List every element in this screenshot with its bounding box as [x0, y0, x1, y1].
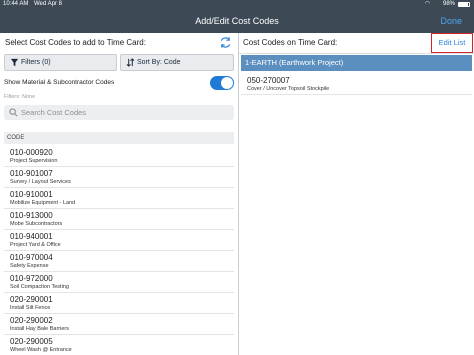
- time-card-code: 050-270007: [247, 76, 290, 85]
- cost-code-desc: Wheel Wash @ Entrance: [10, 347, 72, 353]
- right-separator: [239, 53, 474, 54]
- wifi-icon: ◠: [424, 1, 430, 7]
- nav-bar: Add/Edit Cost Codes Done: [0, 9, 474, 33]
- show-material-toggle[interactable]: [210, 76, 234, 90]
- cost-code: 010-901007: [10, 169, 53, 178]
- cost-code: 020-290001: [10, 295, 53, 304]
- project-group-header[interactable]: 1-EARTH (Earthwork Project): [241, 55, 472, 71]
- cost-code-desc: Survey / Layout Services: [10, 179, 71, 185]
- show-material-label: Show Material & Subcontractor Codes: [4, 79, 115, 86]
- cost-code-row[interactable]: 010-910001 Mobilize Equipment - Land: [4, 188, 234, 209]
- cost-code-row[interactable]: 010-940001 Project Yard & Office: [4, 230, 234, 251]
- available-codes-heading: Select Cost Codes to add to Time Card:: [5, 38, 146, 47]
- cost-code: 020-290005: [10, 337, 53, 346]
- status-bar: 10:44 AM Wed Apr 8 ◠ 98%: [0, 0, 474, 9]
- time-card-codes-pane: Cost Codes on Time Card: Edit List 1-EAR…: [239, 33, 474, 355]
- cost-code: 020-290002: [10, 316, 53, 325]
- cost-code-desc: Mobe Subcontractors: [10, 221, 63, 227]
- cost-code-list: 010-000920 Project Supervision 010-901007 S…: [4, 146, 234, 355]
- nav-title: Add/Edit Cost Codes: [195, 16, 279, 26]
- cost-code: 010-972000: [10, 274, 53, 283]
- battery-icon: [458, 2, 470, 7]
- filters-button-label: Filters (0): [21, 59, 51, 66]
- filters-status: Filters: None: [4, 94, 36, 100]
- status-date: Wed Apr 8: [34, 1, 62, 7]
- cost-code: 010-000920: [10, 148, 53, 157]
- cost-code-row[interactable]: 010-972000 Soil Compaction Testing: [4, 272, 234, 293]
- cost-code: 010-910001: [10, 190, 53, 199]
- filter-icon: [10, 58, 19, 67]
- cost-code-row[interactable]: 010-913000 Mobe Subcontractors: [4, 209, 234, 230]
- cost-code-row[interactable]: 020-290005 Wheel Wash @ Entrance: [4, 335, 234, 355]
- time-card-codes-heading: Cost Codes on Time Card:: [243, 38, 338, 47]
- cost-code-row[interactable]: 010-000920 Project Supervision: [4, 146, 234, 167]
- cost-code-desc: Install Hay Bale Barriers: [10, 326, 69, 332]
- cost-code-desc: Project Yard & Office: [10, 242, 61, 248]
- battery-percent: 98%: [442, 1, 455, 7]
- cost-code-row[interactable]: 020-290002 Install Hay Bale Barriers: [4, 314, 234, 335]
- available-codes-pane: Select Cost Codes to add to Time Card: F…: [0, 33, 238, 355]
- cost-code-row[interactable]: 010-901007 Survey / Layout Services: [4, 167, 234, 188]
- cost-code: 010-913000: [10, 211, 53, 220]
- done-button[interactable]: Done: [440, 9, 462, 33]
- cost-code-desc: Install Silt Fence: [10, 305, 51, 311]
- cost-code-desc: Safety Expense: [10, 263, 49, 269]
- code-column-header: CODE: [4, 132, 234, 144]
- cost-code-desc: Mobilize Equipment - Land: [10, 200, 76, 206]
- cost-code-row[interactable]: 020-290001 Install Silt Fence: [4, 293, 234, 314]
- search-placeholder: Search Cost Codes: [21, 108, 87, 117]
- refresh-icon[interactable]: [219, 36, 232, 49]
- time-card-code-item[interactable]: 050-270007 Cover / Uncover Topsoil Stock…: [241, 73, 472, 95]
- edit-list-button[interactable]: Edit List: [431, 33, 473, 53]
- search-icon: [9, 108, 18, 117]
- status-time: 10:44 AM: [3, 1, 29, 7]
- sort-button[interactable]: Sort By: Code: [120, 54, 234, 71]
- cost-code-desc: Soil Compaction Testing: [10, 284, 69, 290]
- time-card-code-desc: Cover / Uncover Topsoil Stockpile: [247, 86, 330, 92]
- toggle-knob: [221, 77, 233, 89]
- cost-code: 010-970004: [10, 253, 53, 262]
- search-input[interactable]: Search Cost Codes: [4, 105, 234, 120]
- cost-code-desc: Project Supervision: [10, 158, 58, 164]
- sort-icon: [126, 58, 135, 67]
- sort-button-label: Sort By: Code: [137, 59, 181, 66]
- cost-code-row[interactable]: 010-970004 Safety Expense: [4, 251, 234, 272]
- cost-code: 010-940001: [10, 232, 53, 241]
- filters-button[interactable]: Filters (0): [4, 54, 117, 71]
